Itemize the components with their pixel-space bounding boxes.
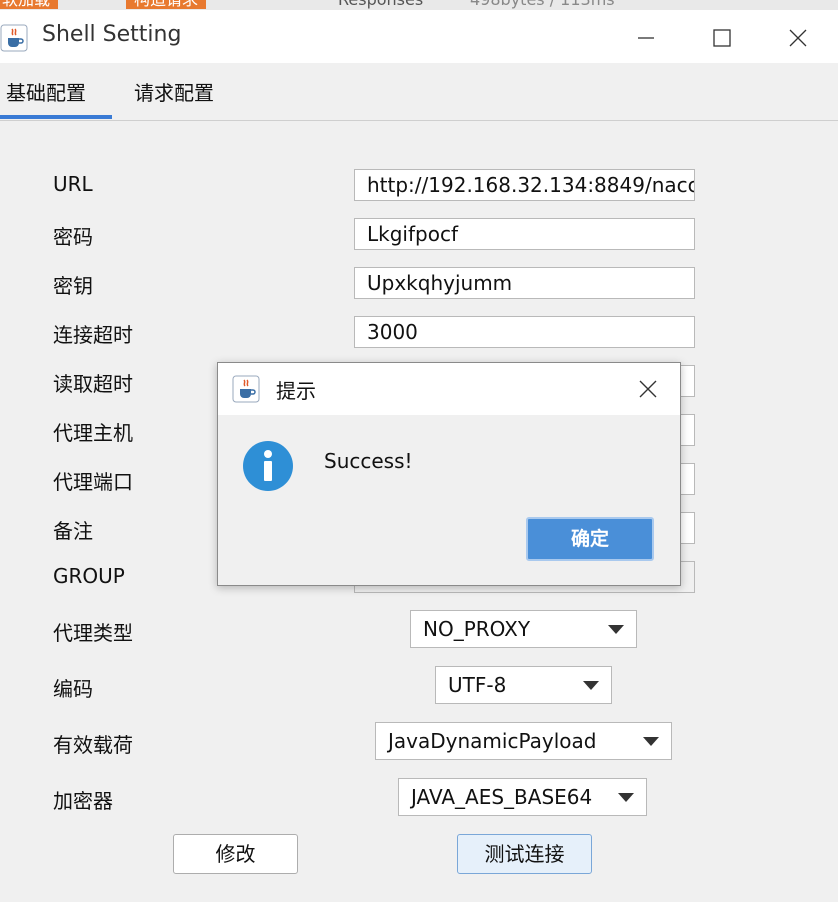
group-label: GROUP [53,564,125,588]
password-field[interactable]: Lkgifpocf [354,218,695,250]
chevron-down-icon [618,793,634,802]
dialog-title: 提示 [276,379,316,403]
proxy-host-label: 代理主机 [53,421,133,445]
chevron-down-icon [583,681,599,690]
close-button[interactable] [776,18,820,58]
ok-button[interactable]: 确定 [526,517,654,561]
cryption-value: JAVA_AES_BASE64 [411,785,593,809]
test-connection-button[interactable]: 测试连接 [457,834,592,874]
maximize-button[interactable] [700,18,744,58]
url-label: URL [53,172,93,196]
cryption-select[interactable]: JAVA_AES_BASE64 [398,778,647,816]
proxy-port-label: 代理端口 [53,470,133,494]
java-coffee-cup-icon [0,24,28,52]
cryption-label: 加密器 [53,789,113,813]
minimize-icon [638,37,654,39]
tab-bar: 基础配置 请求配置 [0,63,838,121]
dialog-close-button[interactable] [630,371,666,407]
java-coffee-cup-icon [232,375,260,403]
dialog-message: Success! [324,449,413,473]
tab-basic-config[interactable]: 基础配置 [6,77,86,106]
background-window-strip: 软加载 构造请求 Responses 498bytes / 113ms [0,0,838,10]
encoding-select[interactable]: UTF-8 [435,666,612,704]
active-tab-indicator [0,115,112,119]
chevron-down-icon [608,625,624,634]
close-icon [789,29,807,47]
key-label: 密钥 [53,274,93,298]
background-tab: 软加载 [0,0,59,9]
key-field[interactable]: Upxkqhyjumm [354,267,695,299]
modify-button[interactable]: 修改 [173,834,298,874]
proxy-type-label: 代理类型 [53,621,133,645]
proxy-type-select[interactable]: NO_PROXY [410,610,637,648]
url-field[interactable]: http://192.168.32.134:8849/nacc [354,169,695,201]
payload-select[interactable]: JavaDynamicPayload [375,722,672,760]
background-tab: 构造请求 [126,0,207,9]
encoding-value: UTF-8 [448,673,507,697]
background-tab: 498bytes / 113ms [462,0,623,9]
message-dialog: 提示 Success! 确定 [217,362,681,586]
connect-timeout-label: 连接超时 [53,323,133,347]
window-titlebar[interactable]: Shell Setting [0,10,838,63]
password-label: 密码 [53,225,93,249]
chevron-down-icon [643,737,659,746]
note-label: 备注 [53,519,93,543]
dialog-titlebar[interactable]: 提示 [218,363,680,415]
payload-label: 有效载荷 [53,733,133,757]
read-timeout-label: 读取超时 [53,372,133,396]
tab-request-config[interactable]: 请求配置 [134,77,214,106]
proxy-type-value: NO_PROXY [423,617,531,641]
window-title: Shell Setting [42,22,182,47]
minimize-button[interactable] [624,18,668,58]
background-tab: Responses [330,0,431,9]
close-icon [639,380,657,398]
info-icon [243,441,293,491]
encoding-label: 编码 [53,677,93,701]
payload-value: JavaDynamicPayload [388,729,597,753]
connect-timeout-field[interactable]: 3000 [354,316,695,348]
maximize-icon [713,29,731,47]
